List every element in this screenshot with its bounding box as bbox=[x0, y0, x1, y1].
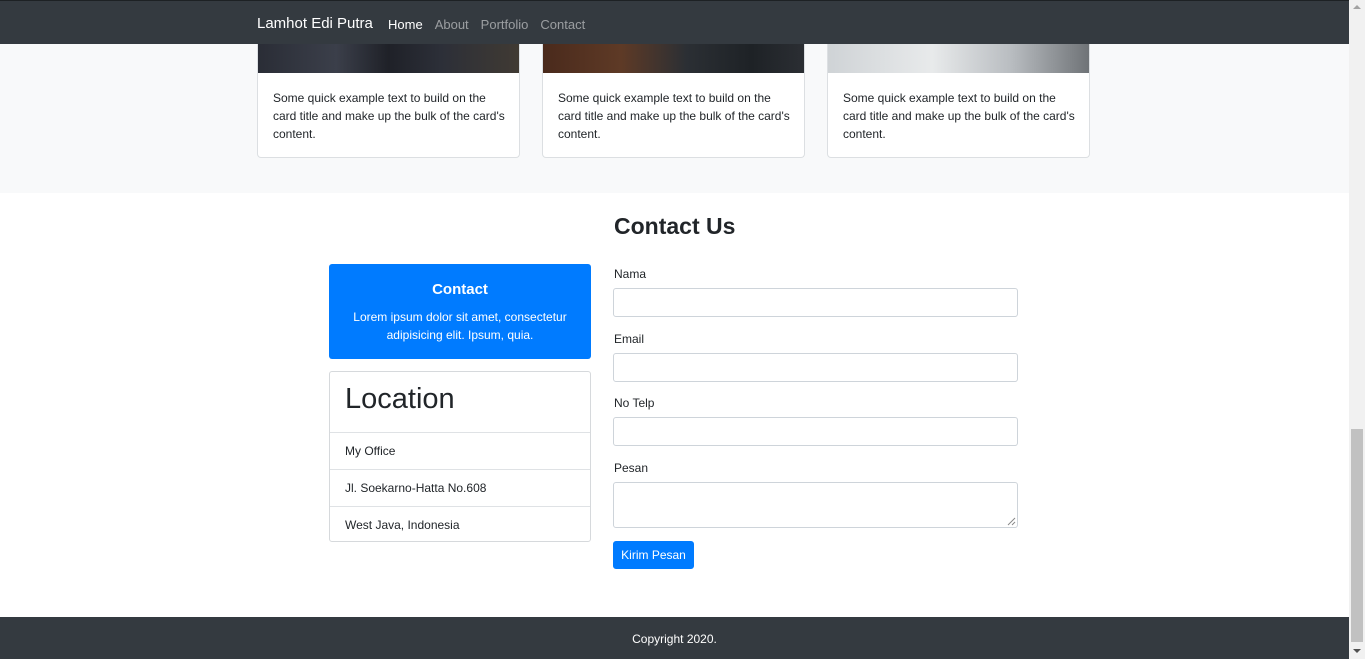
email-label: Email bbox=[614, 332, 645, 346]
page-scrollbar[interactable] bbox=[1349, 0, 1365, 659]
kirim-pesan-button[interactable]: Kirim Pesan bbox=[613, 541, 694, 569]
navbar: Lamhot Edi Putra Home About Portfolio Co… bbox=[0, 0, 1349, 44]
contact-section-title: Contact Us bbox=[614, 213, 736, 239]
portfolio-card: Some quick example text to build on the … bbox=[827, 44, 1090, 158]
footer: Copyright 2020. bbox=[0, 617, 1349, 659]
telp-input[interactable] bbox=[613, 417, 1018, 446]
nav-link-portfolio[interactable]: Portfolio bbox=[481, 17, 529, 32]
location-item: Jl. Soekarno-Hatta No.608 bbox=[330, 469, 590, 506]
contact-box-title: Contact bbox=[432, 281, 488, 298]
portfolio-card: Some quick example text to build on the … bbox=[542, 44, 805, 158]
scroll-thumb[interactable] bbox=[1351, 429, 1363, 642]
pesan-label: Pesan bbox=[614, 461, 649, 475]
pesan-textarea[interactable] bbox=[613, 482, 1018, 528]
footer-copyright: Copyright 2020. bbox=[632, 632, 717, 646]
contact-info-box: Contact Lorem ipsum dolor sit amet, cons… bbox=[329, 264, 591, 359]
card-image bbox=[543, 44, 804, 73]
portfolio-card: Some quick example text to build on the … bbox=[257, 44, 520, 158]
scroll-up-icon[interactable] bbox=[1353, 5, 1361, 9]
card-text: Some quick example text to build on the … bbox=[558, 91, 790, 141]
scroll-down-icon[interactable] bbox=[1353, 649, 1361, 653]
page: Lamhot Edi Putra Home About Portfolio Co… bbox=[0, 0, 1349, 659]
location-item: West Java, Indonesia bbox=[330, 506, 590, 543]
nama-input[interactable] bbox=[613, 288, 1018, 317]
resize-grip-icon[interactable] bbox=[1007, 517, 1016, 526]
card-text: Some quick example text to build on the … bbox=[843, 91, 1075, 141]
card-text: Some quick example text to build on the … bbox=[273, 91, 505, 141]
location-item: My Office bbox=[330, 432, 590, 469]
navbar-brand[interactable]: Lamhot Edi Putra bbox=[257, 15, 373, 32]
telp-label: No Telp bbox=[614, 396, 655, 410]
nav-link-about[interactable]: About bbox=[435, 17, 469, 32]
portfolio-section: Some quick example text to build on the … bbox=[0, 44, 1349, 193]
nama-label: Nama bbox=[614, 267, 647, 281]
email-input[interactable] bbox=[613, 353, 1018, 382]
card-image bbox=[828, 44, 1089, 73]
contact-box-text: Lorem ipsum dolor sit amet, consectetur … bbox=[353, 310, 567, 342]
location-title: Location bbox=[345, 383, 455, 415]
nav-link-home[interactable]: Home bbox=[388, 17, 423, 32]
card-image bbox=[258, 44, 519, 73]
nav-links: Home About Portfolio Contact bbox=[388, 17, 597, 32]
nav-link-contact[interactable]: Contact bbox=[540, 17, 585, 32]
location-list: Location My Office Jl. Soekarno-Hatta No… bbox=[329, 371, 591, 542]
